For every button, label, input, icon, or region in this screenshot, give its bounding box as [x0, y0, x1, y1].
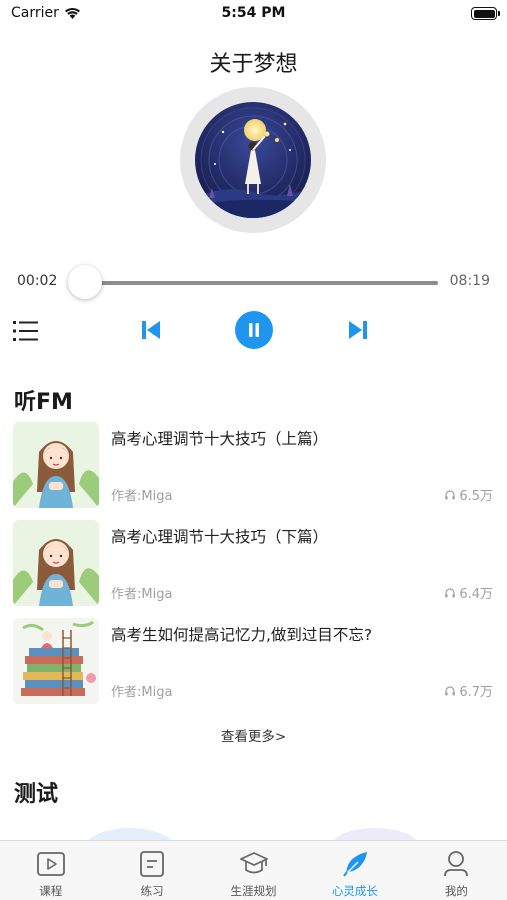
next-button[interactable] [344, 316, 372, 344]
skip-previous-icon [142, 321, 160, 339]
fm-thumbnail [13, 422, 99, 508]
tab-label: 练习 [140, 884, 164, 898]
skip-next-icon [349, 321, 367, 339]
fm-list-item[interactable]: 高考心理调节十大技巧（上篇） 作者:Miga 6.5万 [0, 422, 507, 510]
play-square-icon [36, 849, 66, 879]
progress-track[interactable] [72, 281, 438, 285]
test-section-title: 测试 [14, 782, 59, 807]
fm-item-plays: 6.7万 [444, 681, 493, 700]
fm-item-title: 高考心理调节十大技巧（上篇） [111, 430, 329, 448]
fm-item-plays-count: 6.4万 [459, 587, 493, 602]
tab-mind-growth[interactable]: 心灵成长 [304, 841, 405, 900]
tab-label: 心灵成长 [331, 884, 378, 898]
fm-thumbnail [13, 520, 99, 606]
status-time: 5:54 PM [221, 5, 286, 21]
person-icon [441, 849, 471, 879]
fm-thumbnail [13, 618, 99, 704]
fm-item-plays-count: 6.5万 [459, 489, 493, 504]
fm-list-item[interactable]: 高考生如何提高记忆力,做到过目不忘? 作者:Miga 6.7万 [0, 618, 507, 706]
headphones-icon [445, 685, 456, 695]
pause-icon [249, 323, 259, 337]
song-title: 关于梦想 [209, 52, 298, 77]
album-disc [180, 87, 326, 233]
tab-career-planning[interactable]: 生涯规划 [203, 841, 304, 900]
battery-icon [471, 7, 500, 20]
fm-item-title: 高考生如何提高记忆力,做到过目不忘? [111, 626, 373, 644]
pause-button[interactable] [235, 311, 273, 349]
status-bar: Carrier 5:54 PM [0, 0, 507, 30]
fm-item-author: 作者:Miga [111, 685, 173, 700]
graduation-cap-icon [239, 849, 269, 879]
playlist-button[interactable] [12, 318, 40, 344]
fm-item-author: 作者:Miga [111, 489, 173, 504]
current-time: 00:02 [17, 273, 58, 289]
previous-button[interactable] [137, 316, 165, 344]
headphones-icon [445, 489, 456, 499]
fm-item-plays-count: 6.7万 [459, 685, 493, 700]
view-more-link[interactable]: 查看更多> [0, 725, 507, 745]
tab-label: 我的 [444, 884, 468, 898]
tab-bar: 课程 练习 生涯规划 心灵成长 我的 [0, 840, 507, 900]
fm-item-author: 作者:Miga [111, 587, 173, 602]
tab-label: 生涯规划 [230, 884, 277, 898]
fm-item-plays: 6.5万 [444, 485, 493, 504]
fm-item-plays: 6.4万 [444, 583, 493, 602]
headphones-icon [445, 587, 456, 597]
album-artwork [195, 102, 311, 218]
progress-thumb[interactable] [68, 265, 102, 299]
tab-practice[interactable]: 练习 [101, 841, 202, 900]
fm-section-title: 听FM [14, 390, 73, 415]
fm-list-item[interactable]: 高考心理调节十大技巧（下篇） 作者:Miga 6.4万 [0, 520, 507, 608]
tab-courses[interactable]: 课程 [0, 841, 101, 900]
fm-item-title: 高考心理调节十大技巧（下篇） [111, 528, 329, 546]
tab-profile[interactable]: 我的 [406, 841, 507, 900]
document-icon [137, 849, 167, 879]
tab-label: 课程 [39, 884, 63, 898]
feather-icon [340, 849, 370, 879]
total-time: 08:19 [449, 273, 490, 289]
list-icon [13, 321, 38, 341]
